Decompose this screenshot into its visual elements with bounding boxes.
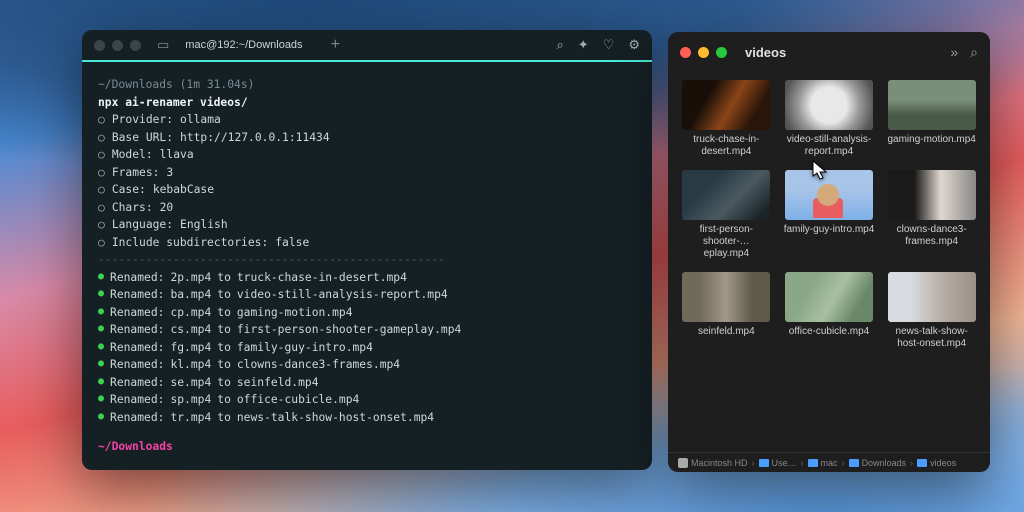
file-item[interactable]: seinfeld.mp4 (680, 272, 773, 350)
setting-line: ○Include subdirectories:false (98, 234, 636, 252)
file-item[interactable]: video-still-analysis-report.mp4 (783, 80, 876, 158)
path-segment[interactable]: Downloads (849, 458, 907, 468)
folder-icon (759, 459, 769, 467)
rename-line: ●Renamed:sp.mp4tooffice-cubicle.mp4 (98, 391, 636, 409)
search-icon[interactable]: ⌕ (557, 37, 564, 53)
finder-grid[interactable]: truck-chase-in-desert.mp4 video-still-ana… (668, 72, 990, 452)
path-segment[interactable]: videos (917, 458, 956, 468)
file-name: truck-chase-in-desert.mp4 (680, 134, 772, 158)
file-item[interactable]: news-talk-show-host-onset.mp4 (885, 272, 978, 350)
settings-gear-icon[interactable]: ⚙ (628, 37, 640, 53)
file-name: clowns-dance3-frames.mp4 (886, 224, 978, 248)
file-thumbnail[interactable] (682, 272, 770, 322)
file-thumbnail[interactable] (785, 80, 873, 130)
file-name: family-guy-intro.mp4 (784, 224, 875, 236)
new-tab-button[interactable]: + (331, 36, 340, 54)
rename-line: ●Renamed:cs.mp4tofirst-person-shooter-ga… (98, 321, 636, 339)
file-name: office-cubicle.mp4 (789, 326, 869, 338)
file-item[interactable]: office-cubicle.mp4 (783, 272, 876, 350)
terminal-tab-title[interactable]: mac@192:~/Downloads (185, 39, 302, 51)
rename-line: ●Renamed:kl.mp4toclowns-dance3-frames.mp… (98, 356, 636, 374)
path-segment[interactable]: Macintosh HD (678, 458, 748, 468)
rename-line: ●Renamed:se.mp4toseinfeld.mp4 (98, 374, 636, 392)
folder-icon (917, 459, 927, 467)
setting-line: ○Case:kebabCase (98, 181, 636, 199)
file-item[interactable]: first-person-shooter-…eplay.mp4 (680, 170, 773, 260)
file-thumbnail[interactable] (682, 170, 770, 220)
folder-icon (808, 459, 818, 467)
settings-block: ○Provider:ollama○Base URL:http://127.0.0… (98, 111, 636, 251)
finder-window: videos » ⌕ truck-chase-in-desert.mp4 vide… (668, 32, 990, 472)
ai-icon[interactable]: ✦ (578, 37, 589, 53)
disk-icon (678, 458, 688, 468)
command-line: npx ai-renamer videos/ (98, 94, 636, 112)
timer-line: ~/Downloads (1m 31.04s) (98, 76, 636, 94)
setting-line: ○Language:English (98, 216, 636, 234)
terminal-titlebar[interactable]: ▭ mac@192:~/Downloads + ⌕ ✦ ♡ ⚙ (82, 30, 652, 62)
setting-line: ○Model:llava (98, 146, 636, 164)
minimize-icon[interactable] (698, 47, 709, 58)
folder-icon (849, 459, 859, 467)
file-name: first-person-shooter-…eplay.mp4 (680, 224, 772, 260)
file-item[interactable]: truck-chase-in-desert.mp4 (680, 80, 773, 158)
rename-line: ●Renamed:ba.mp4tovideo-still-analysis-re… (98, 286, 636, 304)
terminal-body[interactable]: ~/Downloads (1m 31.04s) npx ai-renamer v… (82, 62, 652, 470)
search-icon[interactable]: ⌕ (970, 44, 978, 61)
rename-line: ●Renamed:cp.mp4togaming-motion.mp4 (98, 304, 636, 322)
file-name: news-talk-show-host-onset.mp4 (886, 326, 978, 350)
close-icon[interactable] (94, 40, 105, 51)
minimize-icon[interactable] (112, 40, 123, 51)
terminal-window: ▭ mac@192:~/Downloads + ⌕ ✦ ♡ ⚙ ~/Downlo… (82, 30, 652, 470)
terminal-traffic-lights[interactable] (94, 40, 141, 51)
setting-line: ○Base URL:http://127.0.0.1:11434 (98, 129, 636, 147)
file-name: gaming-motion.mp4 (887, 134, 975, 146)
maximize-icon[interactable] (716, 47, 727, 58)
file-name: seinfeld.mp4 (698, 326, 755, 338)
file-thumbnail[interactable] (888, 80, 976, 130)
close-icon[interactable] (680, 47, 691, 58)
bulb-icon[interactable]: ♡ (603, 37, 615, 53)
file-thumbnail[interactable] (682, 80, 770, 130)
maximize-icon[interactable] (130, 40, 141, 51)
rename-line: ●Renamed:tr.mp4tonews-talk-show-host-ons… (98, 409, 636, 427)
finder-pathbar[interactable]: Macintosh HD›Use…›mac›Downloads›videos (668, 452, 990, 472)
finder-traffic-lights[interactable] (680, 47, 727, 58)
file-item[interactable]: clowns-dance3-frames.mp4 (885, 170, 978, 260)
overflow-icon[interactable]: » (950, 44, 958, 61)
rename-line: ●Renamed:fg.mp4tofamily-guy-intro.mp4 (98, 339, 636, 357)
setting-line: ○Provider:ollama (98, 111, 636, 129)
rename-line: ●Renamed:2p.mp4totruck-chase-in-desert.m… (98, 269, 636, 287)
file-thumbnail[interactable] (888, 170, 976, 220)
setting-line: ○Chars:20 (98, 199, 636, 217)
path-segment[interactable]: mac (808, 458, 838, 468)
file-item[interactable]: gaming-motion.mp4 (885, 80, 978, 158)
file-thumbnail[interactable] (888, 272, 976, 322)
file-item[interactable]: family-guy-intro.mp4 (783, 170, 876, 260)
path-segment[interactable]: Use… (759, 458, 797, 468)
file-name: video-still-analysis-report.mp4 (783, 134, 875, 158)
rename-block: ●Renamed:2p.mp4totruck-chase-in-desert.m… (98, 269, 636, 427)
sidebar-toggle-icon[interactable]: ▭ (157, 37, 169, 53)
finder-folder-title: videos (745, 45, 786, 60)
setting-line: ○Frames:3 (98, 164, 636, 182)
output-divider: ----------------------------------------… (98, 251, 636, 269)
prompt-line: ~/Downloads (98, 438, 636, 456)
finder-titlebar[interactable]: videos » ⌕ (668, 32, 990, 72)
file-thumbnail[interactable] (785, 272, 873, 322)
